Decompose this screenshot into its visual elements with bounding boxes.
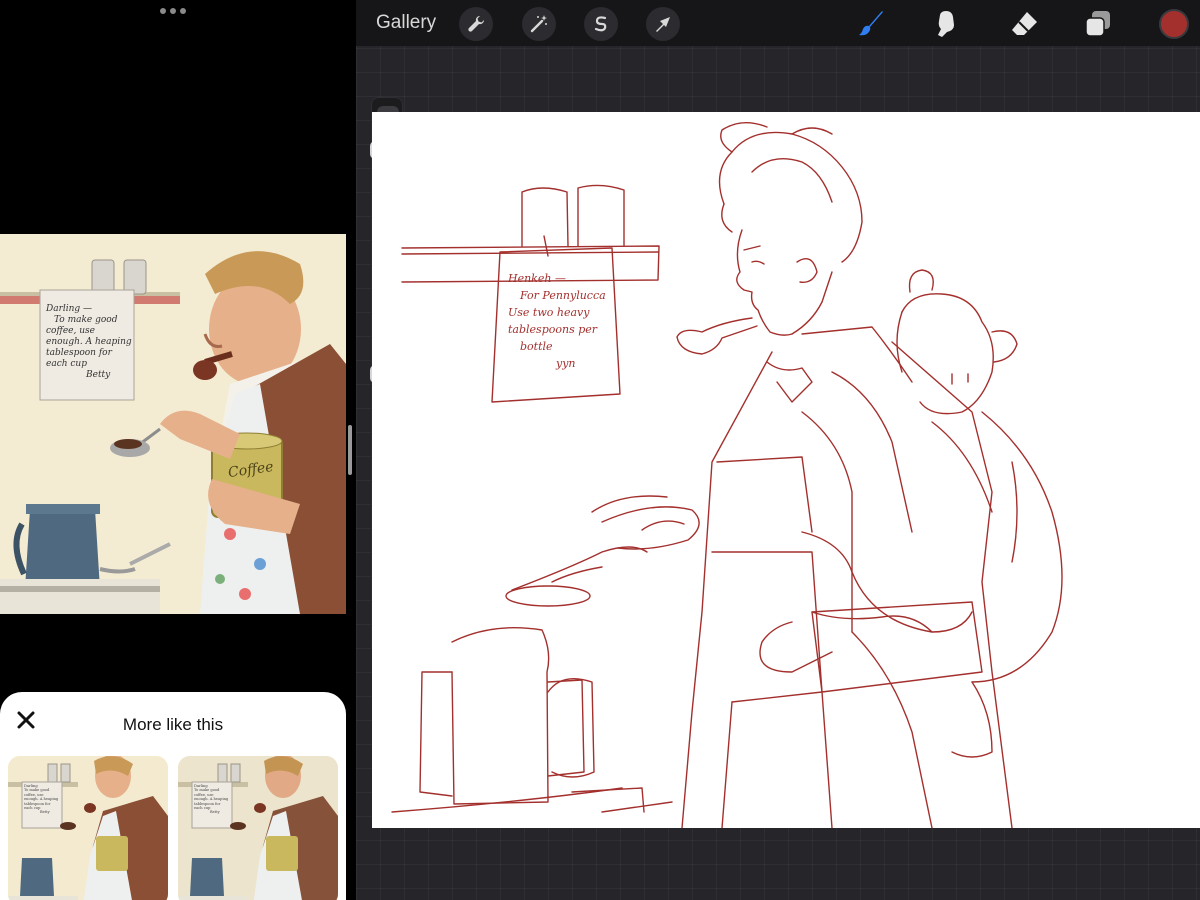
selection-button[interactable] — [584, 7, 618, 41]
thumbnail-note-text: Darling To make good coffee, use enough.… — [24, 784, 59, 815]
similar-image-thumbnail[interactable]: Darling To make good coffee, use enough.… — [8, 756, 168, 900]
reference-note-text: Darling — To make good coffee, use enoug… — [46, 304, 132, 380]
thumbnail-note-text: Darling To make good coffee, use enough.… — [194, 784, 229, 815]
eraser-tool[interactable] — [1008, 8, 1040, 40]
adjustments-button[interactable] — [522, 7, 556, 41]
wrench-icon — [468, 15, 485, 32]
split-view-resize-handle[interactable] — [348, 425, 352, 475]
slide-over-panel: Darling — To make good coffee, use enoug… — [0, 0, 356, 900]
transform-button[interactable] — [646, 7, 680, 41]
layers-tool[interactable] — [1082, 8, 1114, 40]
reference-image[interactable]: Darling — To make good coffee, use enoug… — [0, 234, 346, 614]
brush-tool[interactable] — [856, 8, 888, 40]
selection-icon — [594, 16, 607, 32]
sketch-drawing — [391, 122, 1063, 828]
magic-wand-icon — [530, 15, 547, 33]
procreate-app: Gallery Henkeh — For Pennylucca Use two … — [356, 0, 1200, 900]
similar-image-thumbnail[interactable]: Darling To make good coffee, use enough.… — [178, 756, 338, 900]
gallery-button[interactable]: Gallery — [376, 12, 436, 34]
layers-icon — [1085, 11, 1110, 37]
drawing-canvas[interactable]: Henkeh — For Pennylucca Use two heavy ta… — [372, 112, 1200, 828]
color-picker-button[interactable] — [1159, 9, 1189, 39]
top-toolbar: Gallery — [356, 0, 1200, 46]
transform-arrow-icon — [656, 17, 670, 32]
sheet-title: More like this — [122, 715, 224, 734]
smudge-icon — [938, 11, 954, 37]
more-like-this-sheet: More like this Darling To make good coff… — [0, 692, 346, 900]
smudge-tool[interactable] — [930, 8, 962, 40]
sketch-note-text: Henkeh — For Pennylucca Use two heavy ta… — [508, 272, 606, 370]
actions-button[interactable] — [459, 7, 493, 41]
multitasking-handle[interactable] — [160, 6, 186, 16]
eraser-icon — [1012, 12, 1037, 35]
brush-icon — [859, 11, 883, 36]
